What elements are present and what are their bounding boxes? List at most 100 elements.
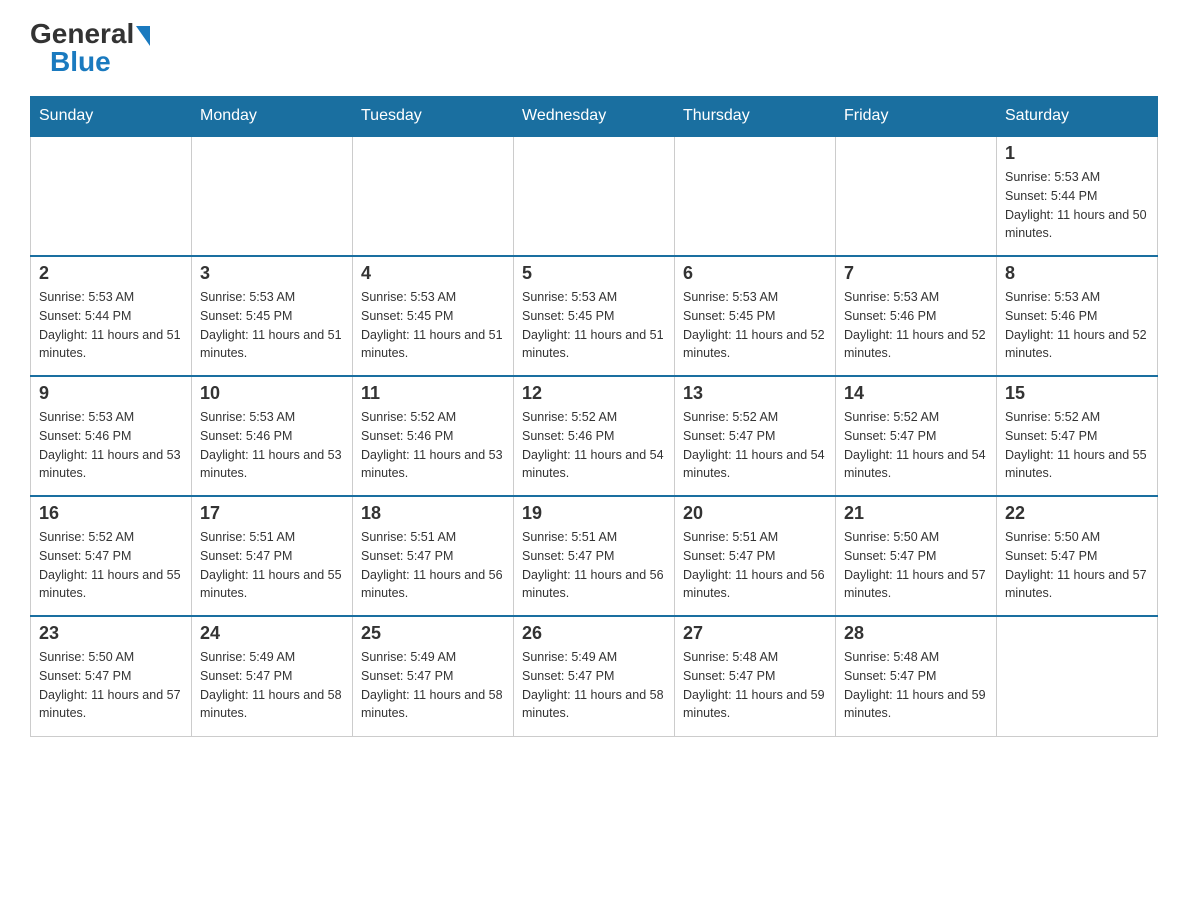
calendar-cell: 16 Sunrise: 5:52 AMSunset: 5:47 PMDayligh… [31,496,192,616]
day-number: 13 [683,383,827,404]
calendar-header-friday: Friday [836,97,997,137]
day-info: Sunrise: 5:51 AMSunset: 5:47 PMDaylight:… [683,528,827,603]
day-number: 18 [361,503,505,524]
day-number: 6 [683,263,827,284]
day-number: 3 [200,263,344,284]
day-number: 7 [844,263,988,284]
day-info: Sunrise: 5:50 AMSunset: 5:47 PMDaylight:… [39,648,183,723]
calendar-week-row: 1 Sunrise: 5:53 AMSunset: 5:44 PMDaylight… [31,136,1158,256]
calendar-cell: 24 Sunrise: 5:49 AMSunset: 5:47 PMDayligh… [192,616,353,736]
calendar-header-saturday: Saturday [997,97,1158,137]
calendar-cell: 6 Sunrise: 5:53 AMSunset: 5:45 PMDaylight… [675,256,836,376]
day-info: Sunrise: 5:53 AMSunset: 5:45 PMDaylight:… [361,288,505,363]
day-number: 8 [1005,263,1149,284]
day-info: Sunrise: 5:53 AMSunset: 5:46 PMDaylight:… [39,408,183,483]
day-info: Sunrise: 5:49 AMSunset: 5:47 PMDaylight:… [361,648,505,723]
day-number: 15 [1005,383,1149,404]
calendar-cell [31,136,192,256]
calendar-cell: 19 Sunrise: 5:51 AMSunset: 5:47 PMDayligh… [514,496,675,616]
calendar-cell: 9 Sunrise: 5:53 AMSunset: 5:46 PMDaylight… [31,376,192,496]
day-info: Sunrise: 5:50 AMSunset: 5:47 PMDaylight:… [1005,528,1149,603]
calendar-cell: 2 Sunrise: 5:53 AMSunset: 5:44 PMDaylight… [31,256,192,376]
calendar-cell: 1 Sunrise: 5:53 AMSunset: 5:44 PMDaylight… [997,136,1158,256]
day-info: Sunrise: 5:53 AMSunset: 5:45 PMDaylight:… [200,288,344,363]
day-info: Sunrise: 5:51 AMSunset: 5:47 PMDaylight:… [361,528,505,603]
day-info: Sunrise: 5:52 AMSunset: 5:47 PMDaylight:… [1005,408,1149,483]
day-number: 16 [39,503,183,524]
day-info: Sunrise: 5:49 AMSunset: 5:47 PMDaylight:… [200,648,344,723]
day-number: 14 [844,383,988,404]
calendar-cell: 17 Sunrise: 5:51 AMSunset: 5:47 PMDayligh… [192,496,353,616]
calendar-cell: 14 Sunrise: 5:52 AMSunset: 5:47 PMDayligh… [836,376,997,496]
calendar-cell: 22 Sunrise: 5:50 AMSunset: 5:47 PMDayligh… [997,496,1158,616]
day-info: Sunrise: 5:49 AMSunset: 5:47 PMDaylight:… [522,648,666,723]
day-info: Sunrise: 5:52 AMSunset: 5:46 PMDaylight:… [361,408,505,483]
day-info: Sunrise: 5:52 AMSunset: 5:47 PMDaylight:… [683,408,827,483]
calendar-cell: 3 Sunrise: 5:53 AMSunset: 5:45 PMDaylight… [192,256,353,376]
calendar-cell: 7Sunrise: 5:53 AMSunset: 5:46 PMDaylight… [836,256,997,376]
logo-general-text: General [30,20,134,48]
calendar-cell: 18 Sunrise: 5:51 AMSunset: 5:47 PMDayligh… [353,496,514,616]
calendar-cell: 26Sunrise: 5:49 AMSunset: 5:47 PMDayligh… [514,616,675,736]
day-info: Sunrise: 5:53 AMSunset: 5:46 PMDaylight:… [200,408,344,483]
day-number: 25 [361,623,505,644]
day-number: 1 [1005,143,1149,164]
day-number: 5 [522,263,666,284]
calendar-cell: 12Sunrise: 5:52 AMSunset: 5:46 PMDayligh… [514,376,675,496]
day-info: Sunrise: 5:52 AMSunset: 5:46 PMDaylight:… [522,408,666,483]
calendar-cell [997,616,1158,736]
day-number: 2 [39,263,183,284]
day-number: 22 [1005,503,1149,524]
calendar-cell: 23 Sunrise: 5:50 AMSunset: 5:47 PMDayligh… [31,616,192,736]
day-number: 10 [200,383,344,404]
calendar-table: SundayMondayTuesdayWednesdayThursdayFrid… [30,96,1158,737]
logo-triangle-icon [136,26,150,46]
calendar-cell: 11 Sunrise: 5:52 AMSunset: 5:46 PMDayligh… [353,376,514,496]
calendar-cell: 13 Sunrise: 5:52 AMSunset: 5:47 PMDayligh… [675,376,836,496]
day-info: Sunrise: 5:52 AMSunset: 5:47 PMDaylight:… [844,408,988,483]
day-info: Sunrise: 5:53 AMSunset: 5:44 PMDaylight:… [1005,168,1149,243]
day-info: Sunrise: 5:53 AMSunset: 5:45 PMDaylight:… [522,288,666,363]
calendar-cell: 21Sunrise: 5:50 AMSunset: 5:47 PMDayligh… [836,496,997,616]
day-number: 23 [39,623,183,644]
calendar-header-thursday: Thursday [675,97,836,137]
calendar-week-row: 16 Sunrise: 5:52 AMSunset: 5:47 PMDayligh… [31,496,1158,616]
day-info: Sunrise: 5:48 AMSunset: 5:47 PMDaylight:… [683,648,827,723]
calendar-header-monday: Monday [192,97,353,137]
calendar-cell: 15 Sunrise: 5:52 AMSunset: 5:47 PMDayligh… [997,376,1158,496]
calendar-header-row: SundayMondayTuesdayWednesdayThursdayFrid… [31,97,1158,137]
calendar-header-wednesday: Wednesday [514,97,675,137]
calendar-cell [675,136,836,256]
calendar-cell: 27 Sunrise: 5:48 AMSunset: 5:47 PMDayligh… [675,616,836,736]
day-info: Sunrise: 5:52 AMSunset: 5:47 PMDaylight:… [39,528,183,603]
calendar-cell: 25 Sunrise: 5:49 AMSunset: 5:47 PMDayligh… [353,616,514,736]
day-info: Sunrise: 5:48 AMSunset: 5:47 PMDaylight:… [844,648,988,723]
calendar-header-tuesday: Tuesday [353,97,514,137]
day-number: 9 [39,383,183,404]
day-info: Sunrise: 5:53 AMSunset: 5:44 PMDaylight:… [39,288,183,363]
calendar-cell: 5 Sunrise: 5:53 AMSunset: 5:45 PMDaylight… [514,256,675,376]
day-info: Sunrise: 5:51 AMSunset: 5:47 PMDaylight:… [522,528,666,603]
day-info: Sunrise: 5:51 AMSunset: 5:47 PMDaylight:… [200,528,344,603]
day-number: 28 [844,623,988,644]
day-number: 17 [200,503,344,524]
day-number: 11 [361,383,505,404]
day-number: 4 [361,263,505,284]
calendar-cell [192,136,353,256]
calendar-cell: 28 Sunrise: 5:48 AMSunset: 5:47 PMDayligh… [836,616,997,736]
calendar-week-row: 9 Sunrise: 5:53 AMSunset: 5:46 PMDaylight… [31,376,1158,496]
calendar-header-sunday: Sunday [31,97,192,137]
calendar-cell [514,136,675,256]
day-number: 27 [683,623,827,644]
day-info: Sunrise: 5:53 AMSunset: 5:45 PMDaylight:… [683,288,827,363]
day-number: 19 [522,503,666,524]
calendar-cell [836,136,997,256]
calendar-week-row: 23 Sunrise: 5:50 AMSunset: 5:47 PMDayligh… [31,616,1158,736]
day-number: 24 [200,623,344,644]
day-info: Sunrise: 5:53 AMSunset: 5:46 PMDaylight:… [1005,288,1149,363]
page-header: General Blue [30,20,1158,76]
day-number: 20 [683,503,827,524]
logo-blue-text: Blue [50,48,111,76]
calendar-cell: 10 Sunrise: 5:53 AMSunset: 5:46 PMDayligh… [192,376,353,496]
calendar-cell: 20 Sunrise: 5:51 AMSunset: 5:47 PMDayligh… [675,496,836,616]
